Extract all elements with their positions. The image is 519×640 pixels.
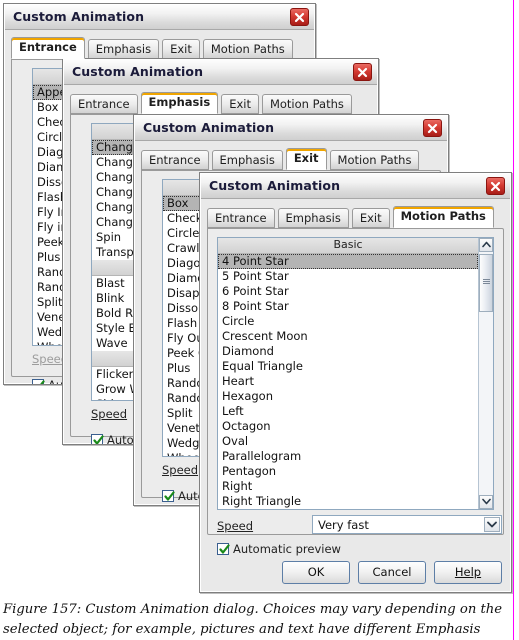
- list-item[interactable]: Equal Triangle: [218, 359, 478, 374]
- list-item[interactable]: 6 Point Star: [218, 284, 478, 299]
- list-item[interactable]: Crescent Moon: [218, 329, 478, 344]
- tab-exit[interactable]: Exit: [285, 148, 327, 170]
- list-item[interactable]: Left: [218, 404, 478, 419]
- tab-exit[interactable]: Exit: [221, 94, 259, 114]
- help-button[interactable]: Help: [434, 561, 502, 584]
- speed-label: Speed: [162, 463, 199, 477]
- list-item[interactable]: Oval: [218, 434, 478, 449]
- list-item[interactable]: Pentagon: [218, 464, 478, 479]
- tabstrip: Entrance Emphasis Exit Motion Paths: [11, 37, 314, 59]
- titlebar[interactable]: Custom Animation: [5, 5, 314, 30]
- titlebar[interactable]: Custom Animation: [135, 116, 447, 141]
- tabpanel-motion-paths: Basic 4 Point Star 5 Point Star 6 Point …: [207, 228, 504, 556]
- dialog-inner-frame: Custom Animation Entrance Emphasis Exit …: [200, 173, 511, 592]
- custom-animation-dialog-motion-paths[interactable]: Custom Animation Entrance Emphasis Exit …: [199, 172, 512, 593]
- cancel-button[interactable]: Cancel: [358, 561, 426, 584]
- close-icon[interactable]: [486, 177, 505, 195]
- scrollbar-grip-icon: [483, 279, 490, 285]
- tab-entrance[interactable]: Entrance: [207, 208, 275, 228]
- dialog-title: Custom Animation: [209, 178, 341, 193]
- list-item[interactable]: Parallelogram: [218, 449, 478, 464]
- ok-button[interactable]: OK: [282, 561, 350, 584]
- list-item[interactable]: 5 Point Star: [218, 269, 478, 284]
- speed-label: Speed: [217, 519, 254, 533]
- tabstrip: Entrance Emphasis Exit Motion Paths: [141, 148, 447, 170]
- figure-caption: Figure 157: Custom Animation dialog. Cho…: [3, 600, 508, 640]
- scroll-up-arrow-icon[interactable]: [479, 238, 493, 252]
- close-icon[interactable]: [423, 119, 442, 137]
- titlebar[interactable]: Custom Animation: [64, 60, 377, 85]
- page-margin-guide: [513, 0, 514, 640]
- list-item[interactable]: Right Triangle: [218, 494, 478, 509]
- checkmark-icon[interactable]: [91, 434, 104, 444]
- tab-emphasis[interactable]: Emphasis: [87, 39, 160, 59]
- tab-emphasis[interactable]: Emphasis: [140, 92, 219, 114]
- list-item[interactable]: Heart: [218, 374, 478, 389]
- automatic-preview-row[interactable]: Automatic preview: [217, 542, 341, 556]
- list-item[interactable]: 8 Point Star: [218, 299, 478, 314]
- dialog-button-bar: OK Cancel Help: [201, 561, 502, 584]
- tabstrip: Entrance Emphasis Exit Motion Paths: [207, 206, 510, 228]
- dialog-body: Entrance Emphasis Exit Motion Paths Basi…: [201, 200, 510, 591]
- tab-emphasis[interactable]: Emphasis: [277, 208, 349, 228]
- tabstrip: Entrance Emphasis Exit Motion Paths: [70, 92, 377, 114]
- list-group-header: Basic: [218, 238, 478, 254]
- scrollbar-thumb[interactable]: [479, 254, 493, 312]
- motion-paths-listbox[interactable]: Basic 4 Point Star 5 Point Star 6 Point …: [217, 237, 494, 510]
- checkmark-icon[interactable]: [217, 543, 230, 555]
- speed-label: Speed: [91, 407, 128, 421]
- list-item[interactable]: Diamond: [218, 344, 478, 359]
- dialog-title: Custom Animation: [72, 64, 204, 79]
- caption-line-2: selected object; for example, pictures a…: [3, 622, 481, 637]
- tab-emphasis[interactable]: Emphasis: [211, 150, 283, 170]
- tab-motion-paths[interactable]: Motion Paths: [329, 150, 420, 170]
- figure-page: Custom Animation Entrance Emphasis Exit …: [0, 0, 519, 640]
- tab-exit[interactable]: Exit: [162, 39, 200, 59]
- dialog-title: Custom Animation: [13, 9, 145, 24]
- tab-motion-paths[interactable]: Motion Paths: [261, 94, 352, 114]
- scroll-down-arrow-icon[interactable]: [479, 495, 493, 509]
- listbox-viewport: Basic 4 Point Star 5 Point Star 6 Point …: [218, 238, 478, 509]
- listbox-vertical-scrollbar[interactable]: [478, 238, 493, 509]
- checkmark-icon[interactable]: [162, 490, 175, 502]
- tab-exit[interactable]: Exit: [351, 208, 390, 228]
- list-item[interactable]: Hexagon: [218, 389, 478, 404]
- chevron-down-icon[interactable]: [484, 517, 500, 532]
- list-item[interactable]: Octagon: [218, 419, 478, 434]
- tab-entrance[interactable]: Entrance: [11, 37, 85, 59]
- list-item[interactable]: Circle: [218, 314, 478, 329]
- list-item[interactable]: Right: [218, 479, 478, 494]
- automatic-preview-label: Automatic preview: [233, 542, 341, 556]
- dialog-title: Custom Animation: [143, 120, 275, 135]
- close-icon[interactable]: [290, 8, 309, 26]
- list-item[interactable]: 4 Point Star: [218, 254, 478, 269]
- speed-value: Very fast: [318, 518, 369, 532]
- tab-motion-paths[interactable]: Motion Paths: [392, 206, 494, 228]
- tab-motion-paths[interactable]: Motion Paths: [202, 39, 293, 59]
- caption-line-1: Figure 157: Custom Animation dialog. Cho…: [3, 602, 503, 617]
- speed-dropdown[interactable]: Very fast: [312, 515, 502, 534]
- checkmark-icon[interactable]: [32, 379, 45, 384]
- tab-entrance[interactable]: Entrance: [141, 150, 209, 170]
- titlebar[interactable]: Custom Animation: [201, 174, 510, 199]
- tab-entrance[interactable]: Entrance: [70, 94, 138, 114]
- close-icon[interactable]: [353, 63, 372, 81]
